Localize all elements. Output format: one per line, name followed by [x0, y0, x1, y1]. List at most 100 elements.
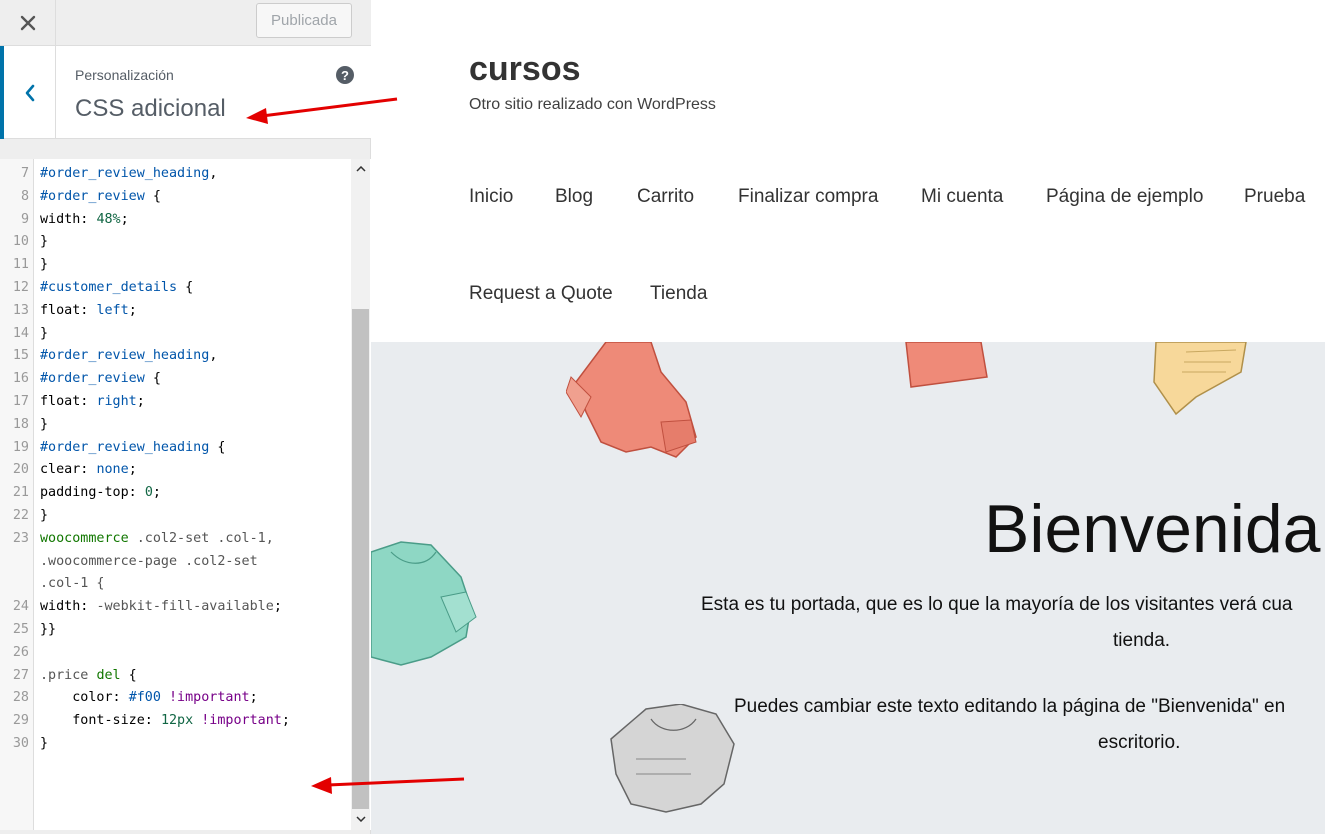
code-token: !important — [201, 713, 282, 729]
code-line: #order_review_heading, — [40, 166, 217, 181]
code-token: woocommerce — [40, 530, 129, 546]
code-token: { — [144, 371, 161, 387]
editor-scrollbar[interactable] — [351, 159, 370, 830]
close-icon — [20, 15, 35, 31]
code-token: 12px — [160, 713, 194, 729]
site-tagline: Otro sitio realizado con WordPress — [469, 96, 716, 113]
hero-paragraph-2: Puedes cambiar este texto editando la pá… — [734, 696, 1286, 717]
code-token: 0 — [144, 485, 153, 501]
code-line: } — [40, 326, 48, 341]
code-token: !important — [169, 690, 250, 706]
code-token: 48% — [96, 211, 121, 227]
code-token: { — [144, 188, 161, 204]
nav-item-pagina-de-ejemplo[interactable]: Página de ejemplo — [1046, 186, 1203, 208]
close-button[interactable] — [0, 0, 56, 46]
code-line: float: left; — [40, 303, 137, 318]
code-token: .woocommerce-page .col2-set — [40, 553, 258, 569]
code-line: #customer_details { — [40, 280, 193, 295]
line-number: 14 — [12, 325, 29, 341]
red-hoodie-illustration — [566, 342, 697, 458]
line-number: 10 — [12, 234, 29, 250]
nav-item-inicio[interactable]: Inicio — [469, 186, 513, 208]
line-number: 12 — [12, 280, 29, 295]
line-number: 7 — [20, 166, 29, 181]
nav-item-prueba[interactable]: Prueba — [1244, 186, 1305, 208]
code-token: right — [96, 394, 137, 409]
code-token: ; — [128, 302, 137, 318]
code-token: color: — [40, 690, 129, 706]
line-number: 8 — [20, 188, 29, 204]
code-line: }} — [40, 622, 56, 637]
code-token: } — [40, 234, 49, 250]
back-button[interactable] — [0, 46, 56, 139]
code-line: font-size: 12px !important; — [40, 713, 290, 728]
line-number: 18 — [12, 416, 29, 432]
line-number: 22 — [12, 508, 29, 523]
code-token: ; — [152, 485, 161, 501]
scroll-up-icon[interactable] — [351, 161, 370, 177]
line-number: 29 — [12, 713, 29, 729]
publish-button[interactable]: Publicada — [256, 3, 352, 38]
site-title[interactable]: cursos — [469, 50, 581, 89]
code-line: } — [40, 257, 48, 272]
site-preview: cursos Otro sitio realizado con WordPres… — [371, 0, 1325, 834]
css-code-editor[interactable]: 7 #order_review_heading, 8 #order_review {9… — [0, 159, 371, 830]
code-token: #order_review — [40, 188, 145, 204]
code-line: #order_review_heading { — [40, 440, 225, 455]
green-hoodie-illustration — [371, 541, 477, 666]
code-token: width: — [40, 211, 97, 227]
code-token: }} — [40, 622, 57, 637]
nav-item-carrito[interactable]: Carrito — [637, 186, 694, 208]
hero-title: Bienvenida — [984, 491, 1321, 567]
line-number: 20 — [12, 462, 29, 478]
hero-paragraph-2-continued: escritorio. — [1098, 732, 1181, 753]
nav-item-finalizar-compra[interactable]: Finalizar compra — [738, 186, 878, 208]
line-number: 24 — [12, 599, 29, 615]
line-number: 13 — [12, 302, 29, 318]
line-number: 21 — [12, 485, 29, 501]
code-token: .price — [40, 667, 97, 683]
nav-item-tienda[interactable]: Tienda — [650, 283, 707, 305]
code-line: } — [40, 417, 48, 432]
code-line: width: -webkit-fill-available; — [40, 599, 282, 614]
code-token: left — [96, 302, 129, 318]
code-token: ; — [128, 462, 137, 478]
scrollbar-thumb[interactable] — [352, 309, 369, 809]
code-token: .col2-set .col-1, — [128, 530, 274, 546]
scroll-down-icon[interactable] — [351, 811, 370, 827]
code-token: , — [209, 166, 218, 181]
code-token: #f00 — [128, 690, 161, 706]
code-token: float: — [40, 394, 97, 409]
hero-section: Bienvenida Esta es tu portada, que es lo… — [371, 342, 1325, 834]
nav-item-request-a-quote[interactable]: Request a Quote — [469, 283, 613, 305]
line-number: 30 — [12, 736, 29, 751]
code-token: ; — [120, 211, 129, 227]
code-line: } — [40, 508, 48, 523]
breadcrumb: Personalización — [75, 67, 174, 83]
code-token: -webkit-fill-available — [96, 599, 274, 615]
code-token: float: — [40, 302, 97, 318]
help-icon[interactable]: ? — [336, 66, 354, 84]
code-token: } — [40, 416, 49, 432]
code-token: .col-1 { — [40, 576, 105, 592]
code-token: ; — [273, 599, 282, 615]
code-token: { — [177, 280, 194, 295]
nav-item-blog[interactable]: Blog — [555, 186, 593, 208]
code-token: ; — [249, 690, 258, 706]
code-token: , — [209, 348, 218, 364]
code-token: { — [209, 439, 226, 455]
code-token: clear: — [40, 462, 97, 478]
code-line: .woocommerce-page .col2-set — [40, 554, 258, 569]
code-token: font-size: — [40, 713, 161, 729]
code-token: width: — [40, 599, 97, 615]
code-token: #order_review_heading — [40, 166, 210, 181]
line-number: 26 — [12, 644, 29, 660]
nav-item-mi-cuenta[interactable]: Mi cuenta — [921, 186, 1003, 208]
hero-paragraph-1-continued: tienda. — [1113, 630, 1171, 651]
chevron-left-icon — [25, 84, 34, 101]
code-line: width: 48%; — [40, 212, 129, 227]
code-token: { — [120, 667, 137, 683]
code-token: #customer_details — [40, 280, 178, 295]
line-number: 27 — [12, 667, 29, 683]
